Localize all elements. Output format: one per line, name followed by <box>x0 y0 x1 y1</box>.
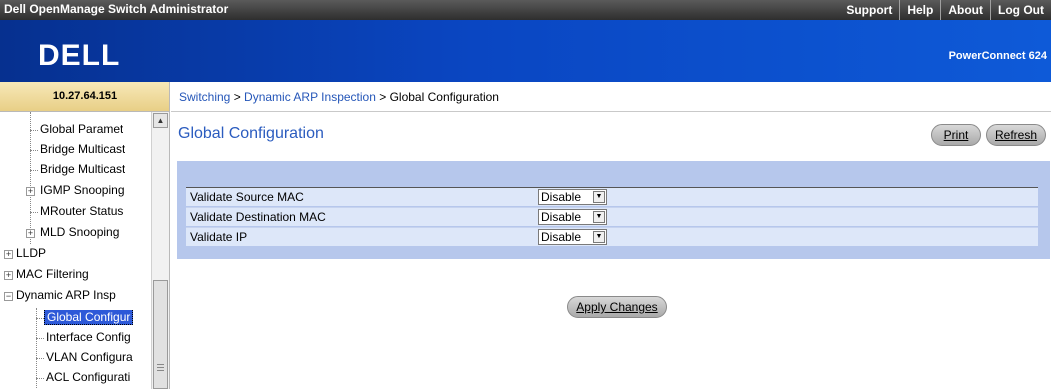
breadcrumb-bar: Switching > Dynamic ARP Inspection > Glo… <box>171 82 1051 112</box>
chevron-down-icon[interactable]: ▼ <box>593 211 605 223</box>
chevron-down-icon[interactable]: ▼ <box>593 231 605 243</box>
tree-connector <box>30 170 38 171</box>
select-value: Disable <box>541 190 582 204</box>
tree-item-global-configuration[interactable]: Global Configur <box>44 310 134 330</box>
chevron-down-icon[interactable]: ▼ <box>593 191 605 203</box>
collapse-icon[interactable]: − <box>4 292 13 301</box>
top-bar: Dell OpenManage Switch Administrator Sup… <box>0 0 1051 20</box>
validate-source-mac-select[interactable]: Disable ▼ <box>538 189 607 205</box>
help-link[interactable]: Help <box>899 0 940 20</box>
tree-item-igmp-snooping[interactable]: IGMP Snooping <box>40 183 125 203</box>
refresh-button[interactable]: Refresh <box>986 124 1046 146</box>
tree-item-bridge-multicast-1[interactable]: Bridge Multicast <box>40 142 125 162</box>
config-row-validate-ip: Validate IP Disable ▼ <box>186 227 1038 246</box>
config-label: Validate IP <box>190 230 248 244</box>
grip-icon <box>157 364 164 365</box>
tree-item-bridge-multicast-2[interactable]: Bridge Multicast <box>40 162 125 182</box>
tree-connector <box>36 338 44 339</box>
tree-connector <box>36 358 44 359</box>
tree-connector <box>30 130 38 131</box>
scroll-up-arrow-icon[interactable]: ▲ <box>153 113 168 128</box>
validate-destination-mac-select[interactable]: Disable ▼ <box>538 209 607 225</box>
tree-item-acl-configuration[interactable]: ACL Configurati <box>46 370 130 389</box>
tree-connector <box>30 212 38 213</box>
product-name: PowerConnect 624 <box>948 50 1047 62</box>
expand-icon[interactable]: + <box>26 229 35 238</box>
tree-item-lldp[interactable]: LLDP <box>16 246 46 266</box>
tree-connector <box>36 318 44 319</box>
validate-ip-select[interactable]: Disable ▼ <box>538 229 607 245</box>
config-row-validate-source-mac: Validate Source MAC Disable ▼ <box>186 187 1038 206</box>
nav-tree: Global Paramet Bridge Multicast Bridge M… <box>0 112 170 389</box>
expand-icon[interactable]: + <box>4 271 13 280</box>
tree-item-mld-snooping[interactable]: MLD Snooping <box>40 225 119 245</box>
app-title: Dell OpenManage Switch Administrator <box>4 2 229 16</box>
top-links: Support Help About Log Out <box>839 0 1051 20</box>
grip-icon <box>157 367 164 368</box>
logout-link[interactable]: Log Out <box>990 0 1051 20</box>
tree-item-mrouter-status[interactable]: MRouter Status <box>40 204 123 224</box>
tree-item-dynamic-arp-inspection[interactable]: Dynamic ARP Insp <box>16 288 116 308</box>
page-title: Global Configuration <box>178 125 324 142</box>
about-link[interactable]: About <box>940 0 990 20</box>
expand-icon[interactable]: + <box>26 187 35 196</box>
tree-connector <box>36 308 37 388</box>
select-value: Disable <box>541 230 582 244</box>
ip-box: 10.27.64.151 <box>0 82 170 112</box>
tree-item-vlan-configuration[interactable]: VLAN Configura <box>46 350 133 370</box>
breadcrumb-current: Global Configuration <box>389 90 499 104</box>
tree-item-interface-configuration[interactable]: Interface Config <box>46 330 131 350</box>
config-panel: Validate Source MAC Disable ▼ Validate D… <box>177 161 1050 259</box>
breadcrumb: Switching > Dynamic ARP Inspection > Glo… <box>179 90 499 104</box>
breadcrumb-switching[interactable]: Switching <box>179 90 230 104</box>
breadcrumb-dynamic-arp-inspection[interactable]: Dynamic ARP Inspection <box>244 90 376 104</box>
ip-address: 10.27.64.151 <box>52 90 118 102</box>
tree-connector <box>30 112 31 244</box>
scroll-thumb[interactable] <box>153 280 168 389</box>
support-link[interactable]: Support <box>839 0 899 20</box>
apply-changes-button[interactable]: Apply Changes <box>567 296 667 318</box>
banner: DELL PowerConnect 624 <box>0 20 1051 82</box>
tree-scrollbar[interactable]: ▲ <box>151 112 169 389</box>
config-label: Validate Source MAC <box>190 190 304 204</box>
tree-connector <box>30 150 38 151</box>
select-value: Disable <box>541 210 582 224</box>
tree-item-mac-filtering[interactable]: MAC Filtering <box>16 267 89 287</box>
print-button[interactable]: Print <box>931 124 981 146</box>
breadcrumb-separator: > <box>375 90 390 104</box>
config-row-validate-destination-mac: Validate Destination MAC Disable ▼ <box>186 207 1038 226</box>
config-label: Validate Destination MAC <box>190 210 326 224</box>
tree-item-global-parameters[interactable]: Global Paramet <box>40 122 123 142</box>
grip-icon <box>157 370 164 371</box>
tree-connector <box>36 378 44 379</box>
expand-icon[interactable]: + <box>4 250 13 259</box>
dell-logo: DELL <box>38 39 121 72</box>
breadcrumb-separator: > <box>230 90 245 104</box>
